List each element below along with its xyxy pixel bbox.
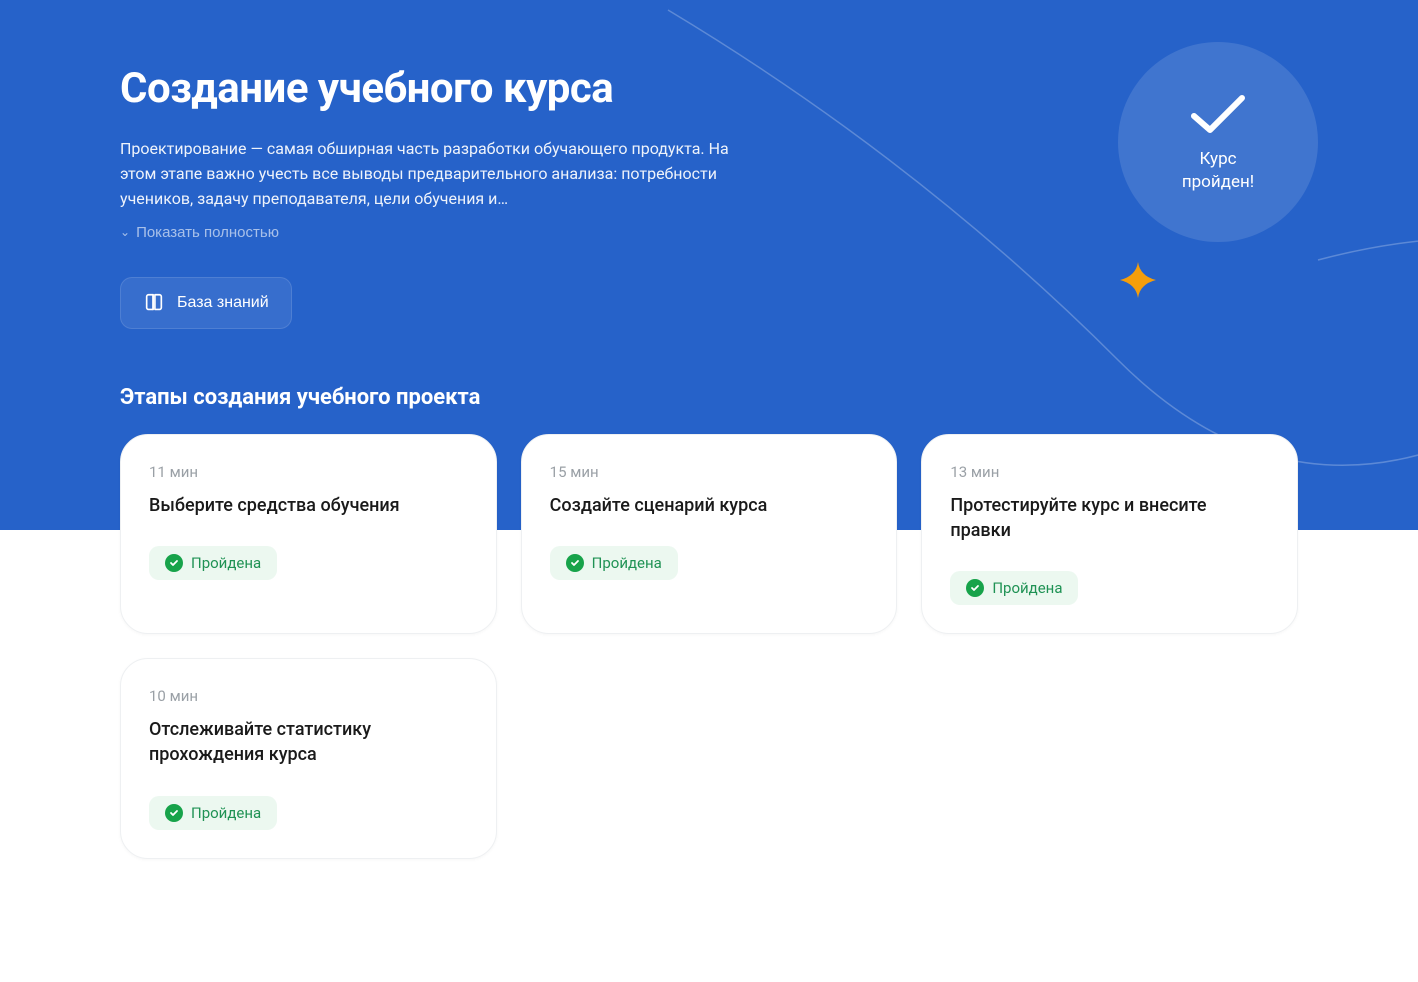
stage-card[interactable]: 15 мин Создайте сценарий курса Пройдена <box>521 434 898 634</box>
page-title: Создание учебного курса <box>120 64 1298 113</box>
course-description: Проектирование — самая обширная часть ра… <box>120 137 740 211</box>
chevron-down-icon: ⌄ <box>120 225 130 239</box>
knowledge-base-button[interactable]: База знаний <box>120 277 292 329</box>
book-icon <box>143 292 165 314</box>
completion-line-2: пройден! <box>1182 171 1254 194</box>
completion-badge: Курс пройден! <box>1118 42 1318 242</box>
status-label: Пройдена <box>592 554 662 572</box>
check-circle-icon <box>165 804 183 822</box>
status-badge: Пройдена <box>149 796 277 830</box>
stage-title: Протестируйте курс и внесите правки <box>950 493 1269 543</box>
status-badge: Пройдена <box>950 571 1078 605</box>
stage-card[interactable]: 11 мин Выберите средства обучения Пройде… <box>120 434 497 634</box>
status-badge: Пройдена <box>550 546 678 580</box>
stage-duration: 10 мин <box>149 687 468 705</box>
status-badge: Пройдена <box>149 546 277 580</box>
stage-duration: 11 мин <box>149 463 468 481</box>
stage-title: Создайте сценарий курса <box>550 493 869 518</box>
status-label: Пройдена <box>191 804 261 822</box>
status-label: Пройдена <box>191 554 261 572</box>
stage-title: Отслеживайте статистику прохождения курс… <box>149 717 468 767</box>
sparkle-icon <box>1118 260 1158 300</box>
status-label: Пройдена <box>992 579 1062 597</box>
check-circle-icon <box>165 554 183 572</box>
show-more-button[interactable]: ⌄ Показать полностью <box>120 224 279 241</box>
stage-card[interactable]: 13 мин Протестируйте курс и внесите прав… <box>921 434 1298 634</box>
check-circle-icon <box>566 554 584 572</box>
checkmark-icon <box>1186 90 1250 138</box>
stage-title: Выберите средства обучения <box>149 493 468 518</box>
check-circle-icon <box>966 579 984 597</box>
stage-duration: 13 мин <box>950 463 1269 481</box>
stage-cards-grid: 11 мин Выберите средства обучения Пройде… <box>120 434 1298 859</box>
stage-card[interactable]: 10 мин Отслеживайте статистику прохожден… <box>120 658 497 858</box>
kb-button-label: База знаний <box>177 294 269 312</box>
stage-duration: 15 мин <box>550 463 869 481</box>
show-more-label: Показать полностью <box>136 224 279 241</box>
completion-line-1: Курс <box>1199 148 1236 171</box>
stages-section-title: Этапы создания учебного проекта <box>120 385 1298 410</box>
